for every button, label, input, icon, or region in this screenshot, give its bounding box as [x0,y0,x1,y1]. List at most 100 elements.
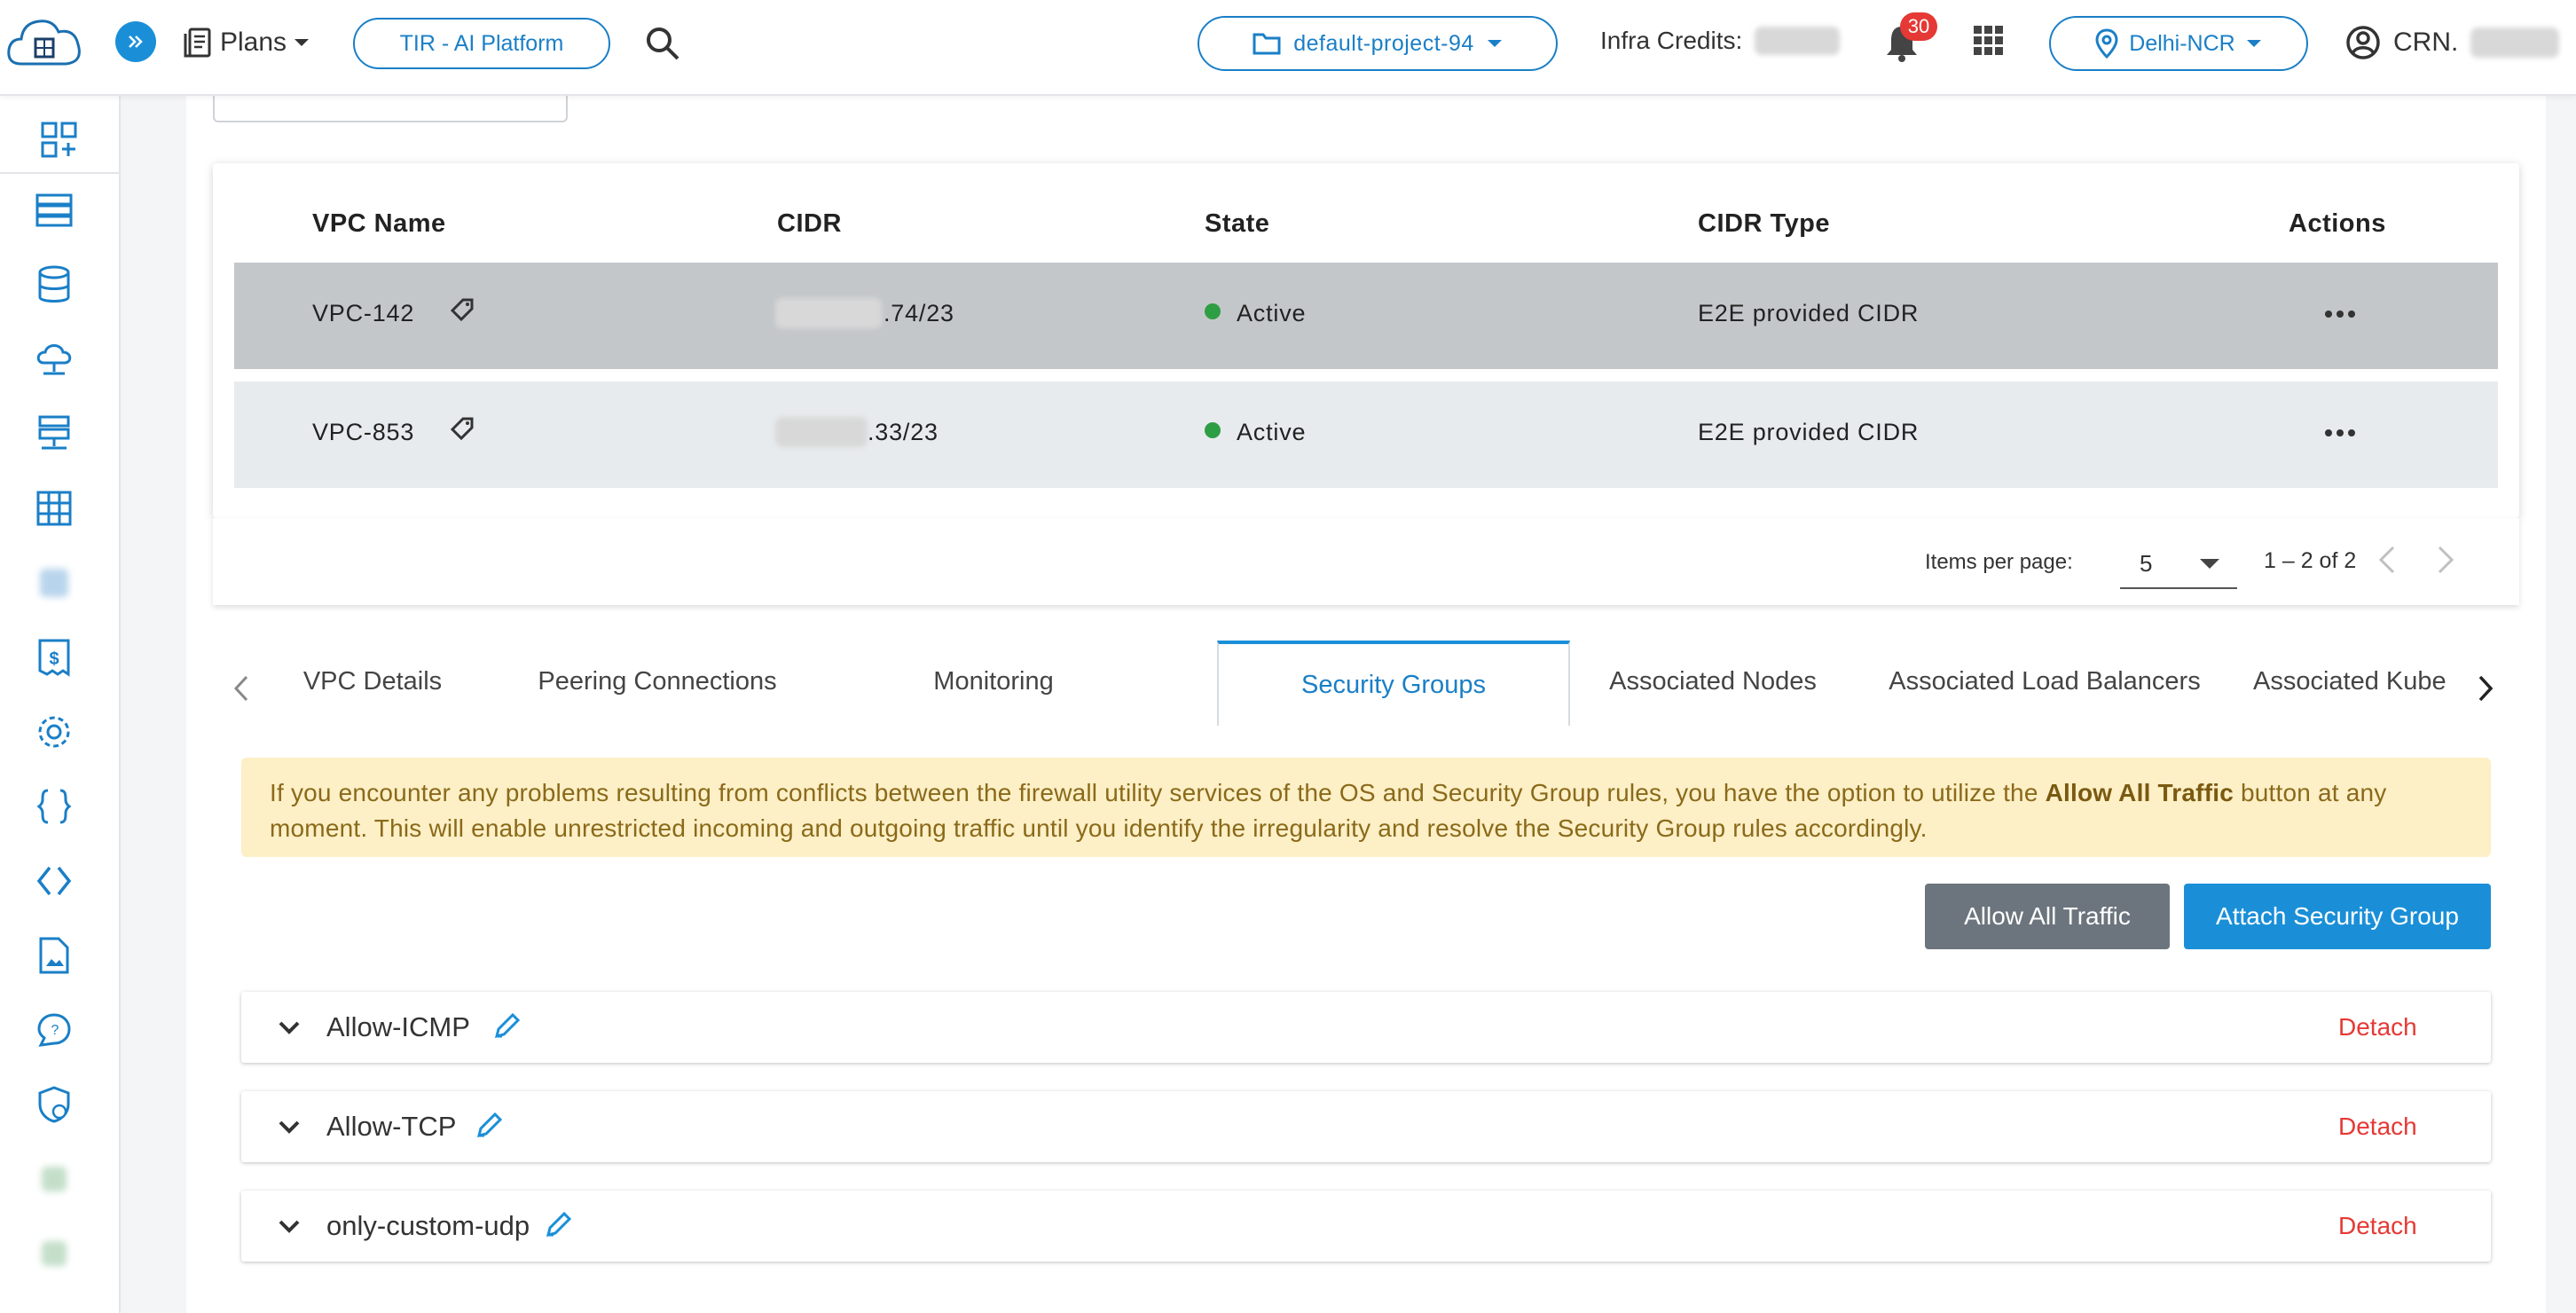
firewall-warning-alert: If you encounter any problems resulting … [241,758,2491,857]
plans-menu[interactable]: Plans [183,23,310,62]
blurred-menu-icon[interactable] [34,562,75,603]
settings-gear-icon[interactable] [34,712,75,752]
blurred-menu-icon-3[interactable] [34,1233,75,1274]
table-row[interactable]: VPC-853 .33/23 Active E2E provided CIDR [234,381,2498,488]
items-per-page-select[interactable]: 5 [2120,534,2237,589]
tab-peering-connections[interactable]: Peering Connections [520,639,795,724]
active-status-dot [1205,303,1221,319]
items-per-page-value: 5 [2140,550,2153,577]
items-per-page-label: Items per page: [1925,550,2073,574]
double-chevron-right-icon [129,35,143,48]
tabs-scroll-right-icon[interactable] [2477,674,2494,703]
infra-credits-value-redacted [1755,27,1841,55]
tab-associated-load-balancers[interactable]: Associated Load Balancers [1863,639,2227,724]
state-cell: Active [1205,419,1306,446]
pencil-edit-icon[interactable] [474,1109,506,1141]
caret-down-icon [2246,40,2261,47]
cidr-prefix-redacted [775,417,868,447]
notification-badge: 30 [1900,12,1937,41]
code-brackets-icon[interactable] [34,861,75,901]
security-group-item[interactable]: Allow-TCP Detach [241,1091,2491,1162]
project-selector[interactable]: default-project-94 [1198,16,1558,71]
project-label: default-project-94 [1293,30,1474,56]
tab-associated-kube[interactable]: Associated Kube [2253,639,2457,724]
support-chat-icon[interactable]: ? [34,1010,75,1050]
security-shield-icon[interactable] [34,1084,75,1125]
next-page-icon[interactable] [2436,545,2455,575]
more-actions-icon[interactable] [2324,309,2356,319]
alert-bold-text: Allow All Traffic [2045,779,2234,806]
attach-security-group-button[interactable]: Attach Security Group [2184,884,2491,949]
user-label: CRN. [2393,28,2459,57]
server-icon[interactable] [34,190,75,231]
vpc-table: VPC Name CIDR State CIDR Type Actions VP… [213,163,2519,518]
cidr-type-value: E2E provided CIDR [1698,300,1920,326]
svg-text:$: $ [49,649,59,669]
database-icon[interactable] [34,264,75,305]
rename-tag-icon[interactable] [447,293,479,325]
active-status-dot [1205,422,1221,438]
page-range: 1 – 2 of 2 [2264,548,2357,573]
state-value: Active [1237,419,1307,445]
state-value: Active [1237,300,1307,326]
tab-security-groups[interactable]: Security Groups [1217,641,1570,726]
tab-vpc-details[interactable]: VPC Details [284,639,461,724]
security-group-item[interactable]: only-custom-udp Detach [241,1191,2491,1262]
search-icon[interactable] [644,25,681,67]
sidebar-item-dashboard[interactable] [0,108,119,174]
network-server-icon[interactable] [34,413,75,454]
pencil-edit-icon[interactable] [491,1010,523,1042]
security-group-name: Allow-ICMP [326,1011,470,1042]
tab-monitoring[interactable]: Monitoring [887,639,1100,724]
apps-grid-icon[interactable] [1973,25,2005,61]
main-content: VPC Name CIDR State CIDR Type Actions VP… [186,87,2546,1313]
table-row[interactable]: VPC-142 .74/23 Active E2E provided CIDR [234,263,2498,369]
location-pin-icon [2095,28,2118,59]
chevron-down-icon[interactable] [277,1214,302,1238]
infra-credits: Infra Credits: [1600,27,1841,55]
svg-text:?: ? [51,1023,59,1038]
tabs-scroll-left-icon[interactable] [232,674,250,703]
allow-all-traffic-button[interactable]: Allow All Traffic [1925,884,2170,949]
document-icon [184,28,211,58]
column-header-cidr-type: CIDR Type [1698,209,1830,238]
column-header-vpc-name: VPC Name [312,209,446,238]
e2e-cloud-logo[interactable] [4,9,85,80]
billing-icon[interactable]: $ [34,637,75,678]
curly-braces-icon[interactable] [34,786,75,827]
table-header: VPC Name CIDR State CIDR Type Actions [213,163,2519,263]
alert-text-1: If you encounter any problems resulting … [270,779,2046,806]
security-group-item[interactable]: Allow-ICMP Detach [241,992,2491,1063]
more-actions-icon[interactable] [2324,428,2356,438]
region-selector[interactable]: Delhi-NCR [2049,16,2308,71]
chevron-down-icon[interactable] [277,1015,302,1040]
cidr-value: .74/23 [884,300,954,326]
vpc-name: VPC-142 [312,300,415,326]
file-image-icon[interactable] [34,935,75,976]
vpc-name: VPC-853 [312,419,415,445]
dashboard-add-icon [41,122,77,158]
caret-down-icon [2200,559,2219,569]
pencil-edit-icon[interactable] [543,1208,575,1240]
detach-link[interactable]: Detach [2338,1113,2417,1141]
tab-associated-nodes[interactable]: Associated Nodes [1584,639,1842,724]
tir-ai-platform-button[interactable]: TIR - AI Platform [353,18,610,69]
blurred-menu-icon-2[interactable] [34,1159,75,1199]
partial-menu-icon[interactable] [34,1299,75,1313]
cloud-network-icon[interactable] [34,339,75,380]
user-menu[interactable]: CRN. [2345,25,2560,60]
infra-credits-label: Infra Credits: [1600,27,1743,54]
top-bar: Plans TIR - AI Platform default-project-… [0,0,2576,96]
column-header-actions: Actions [2289,209,2386,238]
previous-page-icon[interactable] [2377,545,2397,575]
table-grid-icon[interactable] [34,488,75,529]
user-account-icon [2346,26,2380,59]
detach-link[interactable]: Detach [2338,1013,2417,1042]
expand-sidebar-button[interactable] [115,21,156,62]
rename-tag-icon[interactable] [447,412,479,444]
security-group-name: only-custom-udp [326,1210,530,1241]
cidr-prefix-redacted [775,298,882,328]
folder-icon [1253,33,1281,55]
chevron-down-icon[interactable] [277,1114,302,1139]
detach-link[interactable]: Detach [2338,1212,2417,1240]
